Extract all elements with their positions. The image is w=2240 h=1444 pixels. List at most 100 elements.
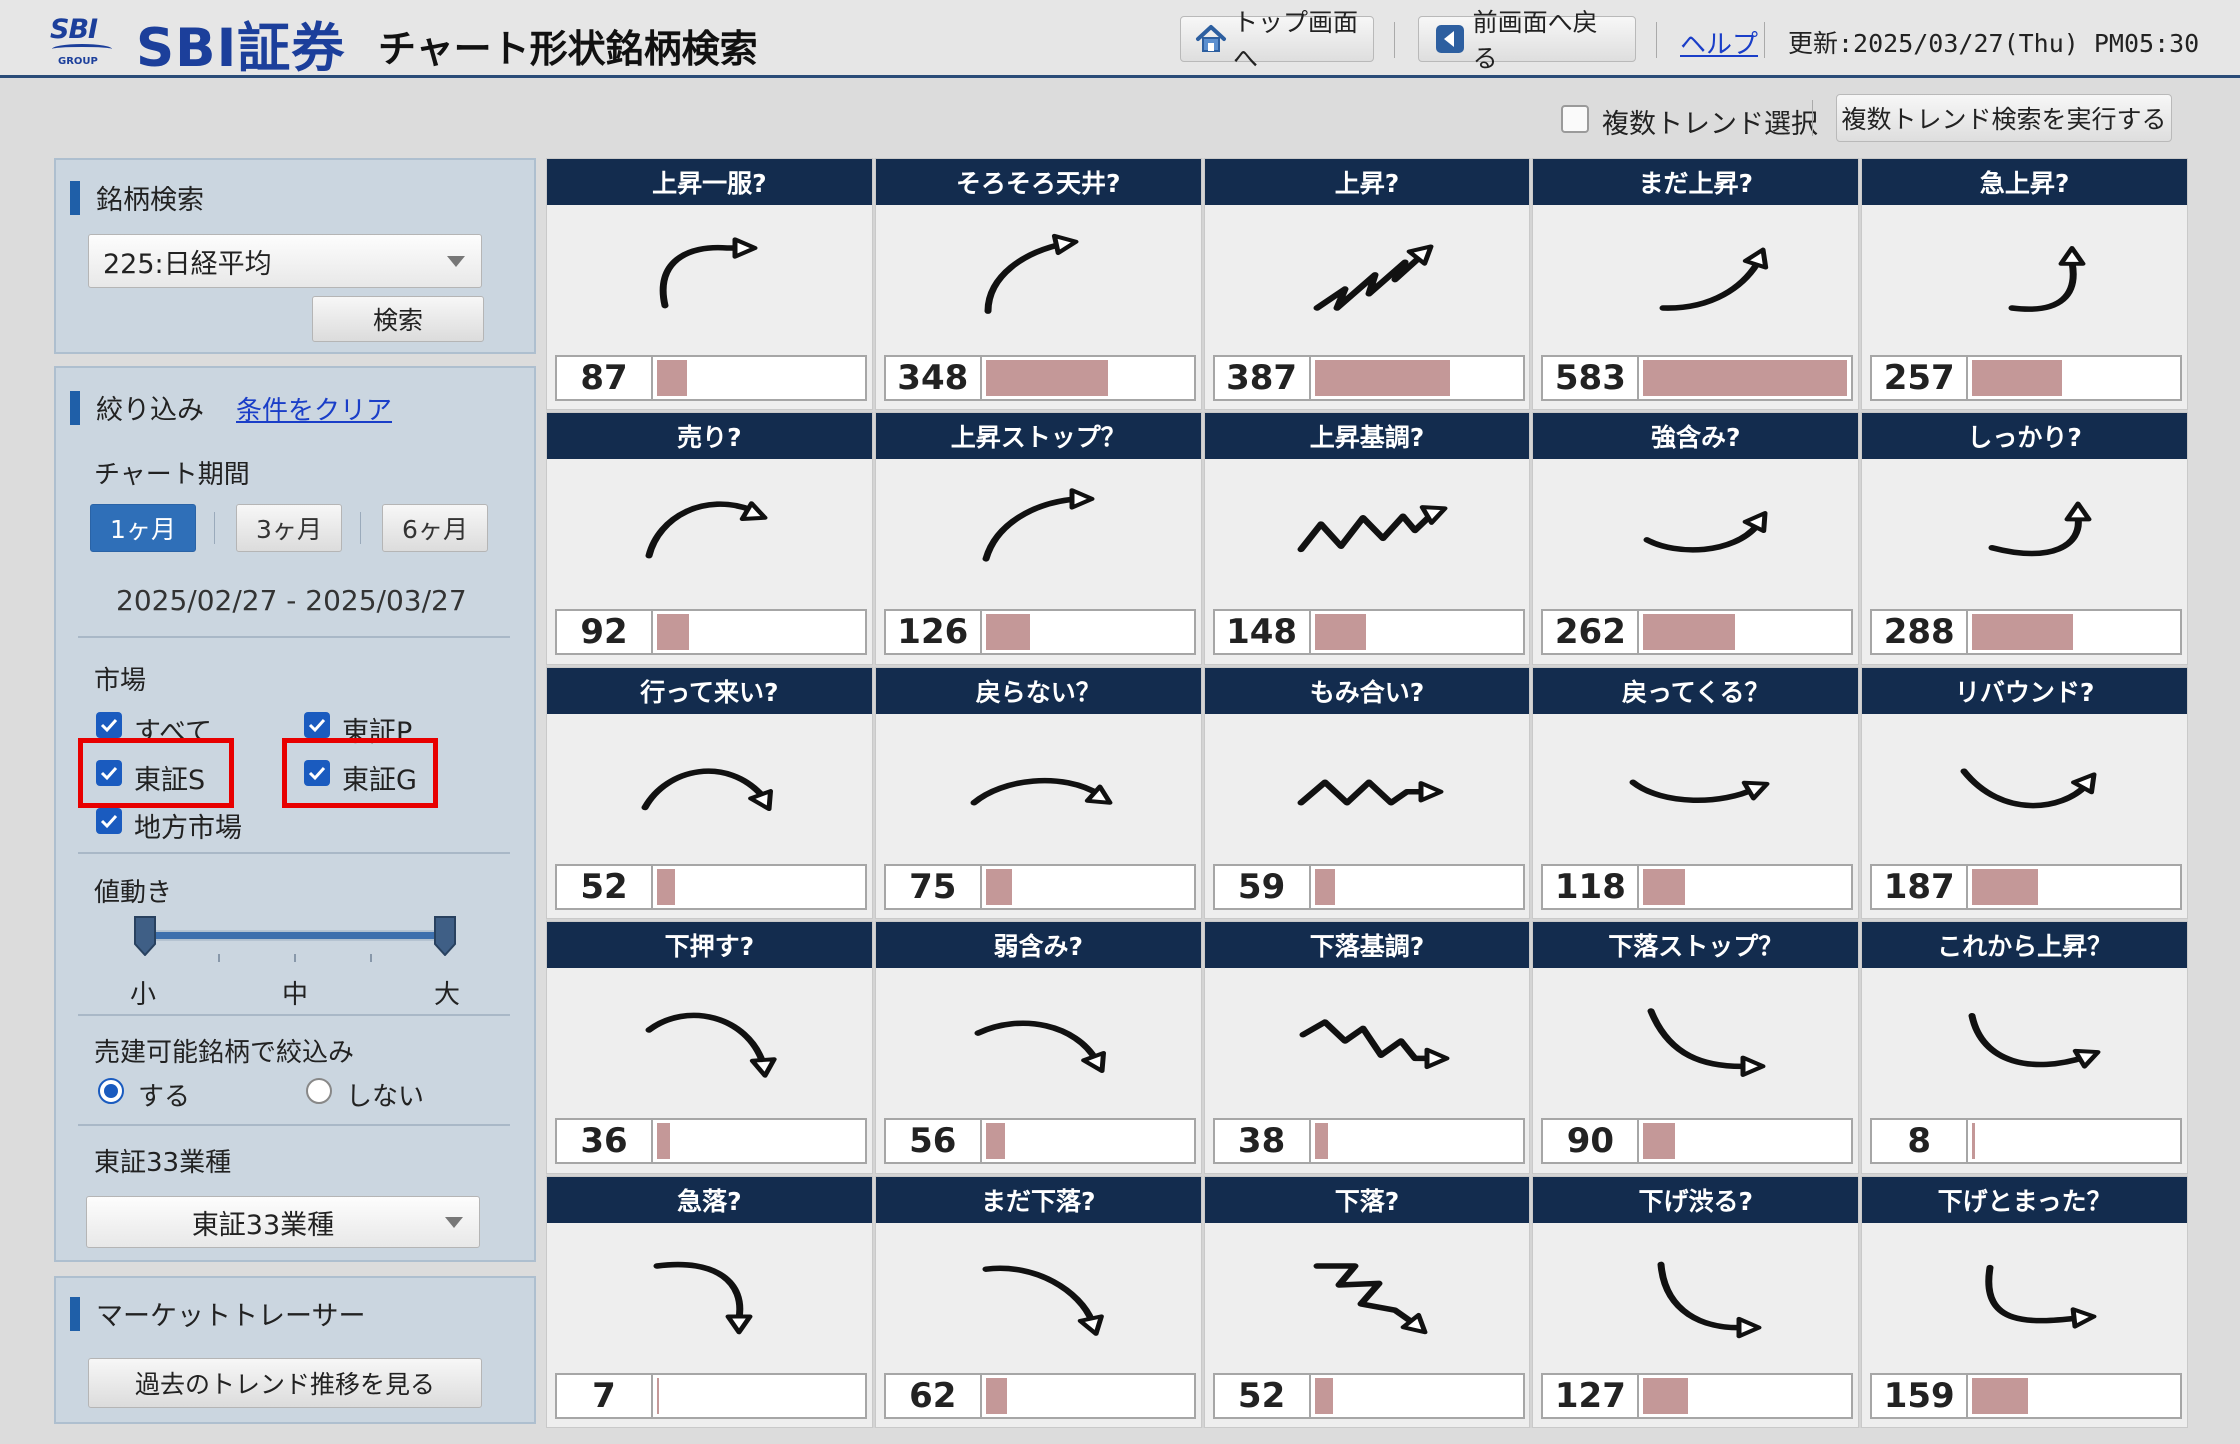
- market-prime-checkbox[interactable]: [304, 712, 330, 738]
- sharp-drop-arrow-icon: [587, 1225, 833, 1367]
- still-falling-arrow-icon: [916, 1225, 1162, 1367]
- match-count-bar: [1314, 1123, 1328, 1160]
- pattern-cell[interactable]: 上昇ストップ？ 126: [874, 412, 1202, 665]
- pattern-cell[interactable]: 下げとまった？ 159: [1861, 1175, 2188, 1428]
- stock-search-panel: 銘柄検索 225:日経平均 検索: [54, 158, 536, 354]
- match-count: 159: [1872, 1374, 1969, 1417]
- match-count: 62: [886, 1374, 982, 1417]
- match-count-box: 262: [1541, 609, 1854, 656]
- industry-select[interactable]: 東証33業種: [86, 1196, 480, 1248]
- pattern-cell[interactable]: 強含み? 262: [1532, 412, 1860, 665]
- heading-marker: [70, 390, 80, 425]
- shortable-no-radio[interactable]: [306, 1078, 332, 1104]
- match-count-track: [985, 614, 1190, 651]
- pattern-cell[interactable]: 下げ渋る? 127: [1532, 1175, 1860, 1428]
- pattern-title: 急落?: [547, 1176, 872, 1223]
- pattern-cell[interactable]: 上昇一服? 87: [546, 158, 873, 411]
- pattern-title: そろそろ天井?: [875, 159, 1201, 205]
- fall-slowing-arrow-icon: [1573, 1225, 1819, 1367]
- slider-min-handle[interactable]: [134, 916, 156, 957]
- clear-conditions-link[interactable]: 条件をクリア: [236, 390, 392, 427]
- pattern-cell[interactable]: リバウンド? 187: [1861, 666, 2188, 920]
- pattern-title: 下げとまった？: [1862, 1176, 2187, 1223]
- pattern-cell[interactable]: もみ合い? 59: [1203, 666, 1531, 920]
- match-count-box: 87: [555, 355, 867, 401]
- chart-period-label: チャート期間: [94, 460, 250, 490]
- multi-trend-label: 複数トレンド選択: [1602, 109, 1818, 140]
- multi-trend-search-button[interactable]: 複数トレンド検索を実行する: [1836, 94, 2172, 142]
- heading-marker: [70, 1296, 80, 1331]
- match-count-bar: [657, 868, 676, 905]
- pattern-cell[interactable]: しっかり? 288: [1861, 412, 2188, 665]
- pattern-cell[interactable]: 上昇? 387: [1203, 158, 1531, 411]
- pattern-cell[interactable]: 戻らない？ 75: [874, 666, 1202, 920]
- pattern-cell[interactable]: 売り? 92: [546, 412, 873, 665]
- weak-drop-arrow-icon: [916, 970, 1162, 1112]
- match-count-box: 288: [1870, 609, 2183, 656]
- match-count-box: 36: [555, 1118, 867, 1165]
- slider-max-handle[interactable]: [434, 916, 456, 957]
- pattern-title: 下落ストップ？: [1533, 922, 1859, 969]
- chart-pattern-grid: 上昇一服? 87 そろそろ天井? 348 上昇? 387 まだ上昇? 583 急上昇? …: [546, 158, 2188, 1428]
- pattern-cell[interactable]: まだ上昇? 583: [1532, 158, 1860, 411]
- match-count-bar: [1972, 868, 2038, 905]
- market-label: 市場: [94, 666, 147, 696]
- arch-down-arrow-icon: [587, 716, 833, 858]
- pattern-title: 下落基調?: [1204, 922, 1530, 969]
- pattern-cell[interactable]: 戻ってくる？ 118: [1532, 666, 1860, 920]
- index-select[interactable]: 225:日経平均: [88, 234, 482, 288]
- period-3-month-button[interactable]: 3ヶ月: [236, 504, 342, 552]
- market-all-checkbox[interactable]: [96, 712, 122, 738]
- match-count-track: [985, 360, 1190, 396]
- multi-trend-checkbox[interactable]: [1561, 105, 1589, 133]
- shortable-yes-radio[interactable]: [98, 1078, 124, 1104]
- period-date-range: 2025/02/27 - 2025/03/27: [116, 584, 467, 617]
- top-page-button[interactable]: トップ画面へ: [1180, 8, 1374, 73]
- pattern-cell[interactable]: これから上昇？ 8: [1861, 921, 2188, 1174]
- back-arrow-icon: [1433, 23, 1467, 55]
- match-count-box: 118: [1541, 863, 1854, 910]
- rise-then-flat-arrow-icon: [587, 207, 833, 349]
- price-move-slider[interactable]: [120, 910, 470, 970]
- back-button[interactable]: 前画面へ戻る: [1418, 8, 1636, 73]
- top-page-label: トップ画面へ: [1233, 8, 1359, 73]
- help-link[interactable]: ヘルプ: [1680, 24, 1758, 61]
- pattern-cell[interactable]: まだ下落? 62: [874, 1175, 1202, 1428]
- pattern-title: 上昇?: [1204, 159, 1530, 205]
- logo-sbi-text: SBI: [50, 14, 98, 45]
- price-move-min-label: 小: [130, 980, 157, 1010]
- match-count-box: 7: [555, 1372, 867, 1419]
- pattern-cell[interactable]: 上昇基調? 148: [1203, 412, 1531, 665]
- pattern-cell[interactable]: 急落? 7: [546, 1175, 873, 1428]
- pattern-cell[interactable]: 下押す? 36: [546, 921, 873, 1174]
- v-rebound-arrow-icon: [1902, 716, 2148, 858]
- pattern-title: 上昇ストップ？: [875, 413, 1201, 460]
- pattern-cell[interactable]: 下落? 52: [1203, 1175, 1531, 1428]
- pattern-cell[interactable]: 下落基調? 38: [1203, 921, 1531, 1174]
- pattern-cell[interactable]: 下落ストップ？ 90: [1532, 921, 1860, 1174]
- pattern-cell[interactable]: 弱含み? 56: [874, 921, 1202, 1174]
- match-count-box: 52: [555, 863, 867, 910]
- market-tracer-panel: マーケットトレーサー 過去のトレンド推移を見る: [54, 1276, 536, 1424]
- search-button[interactable]: 検索: [312, 296, 484, 342]
- trend-history-button[interactable]: 過去のトレンド推移を見る: [88, 1358, 482, 1408]
- shortable-yes-label: する: [138, 1082, 191, 1112]
- pattern-cell[interactable]: そろそろ天井? 348: [874, 158, 1202, 411]
- match-count-track: [1643, 1377, 1847, 1414]
- match-count-box: 38: [1212, 1118, 1525, 1165]
- match-count: 90: [1543, 1120, 1640, 1163]
- match-count: 56: [886, 1120, 982, 1163]
- period-1-month-button[interactable]: 1ヶ月: [90, 504, 196, 552]
- period-6-month-button[interactable]: 6ヶ月: [382, 504, 488, 552]
- rise-to-ceiling-arrow-icon: [916, 207, 1162, 349]
- market-regional-checkbox[interactable]: [96, 808, 122, 834]
- divider: [78, 852, 510, 854]
- match-count-track: [1643, 868, 1847, 905]
- match-count-bar: [1643, 1377, 1688, 1414]
- sharp-rise-arrow-icon: [1902, 207, 2148, 349]
- pattern-cell[interactable]: 行って来い? 52: [546, 666, 873, 920]
- match-count-bar: [1314, 868, 1336, 905]
- shallow-bowl-arrow-icon: [1573, 716, 1819, 858]
- pattern-cell[interactable]: 急上昇? 257: [1861, 158, 2188, 411]
- match-count: 187: [1872, 865, 1969, 908]
